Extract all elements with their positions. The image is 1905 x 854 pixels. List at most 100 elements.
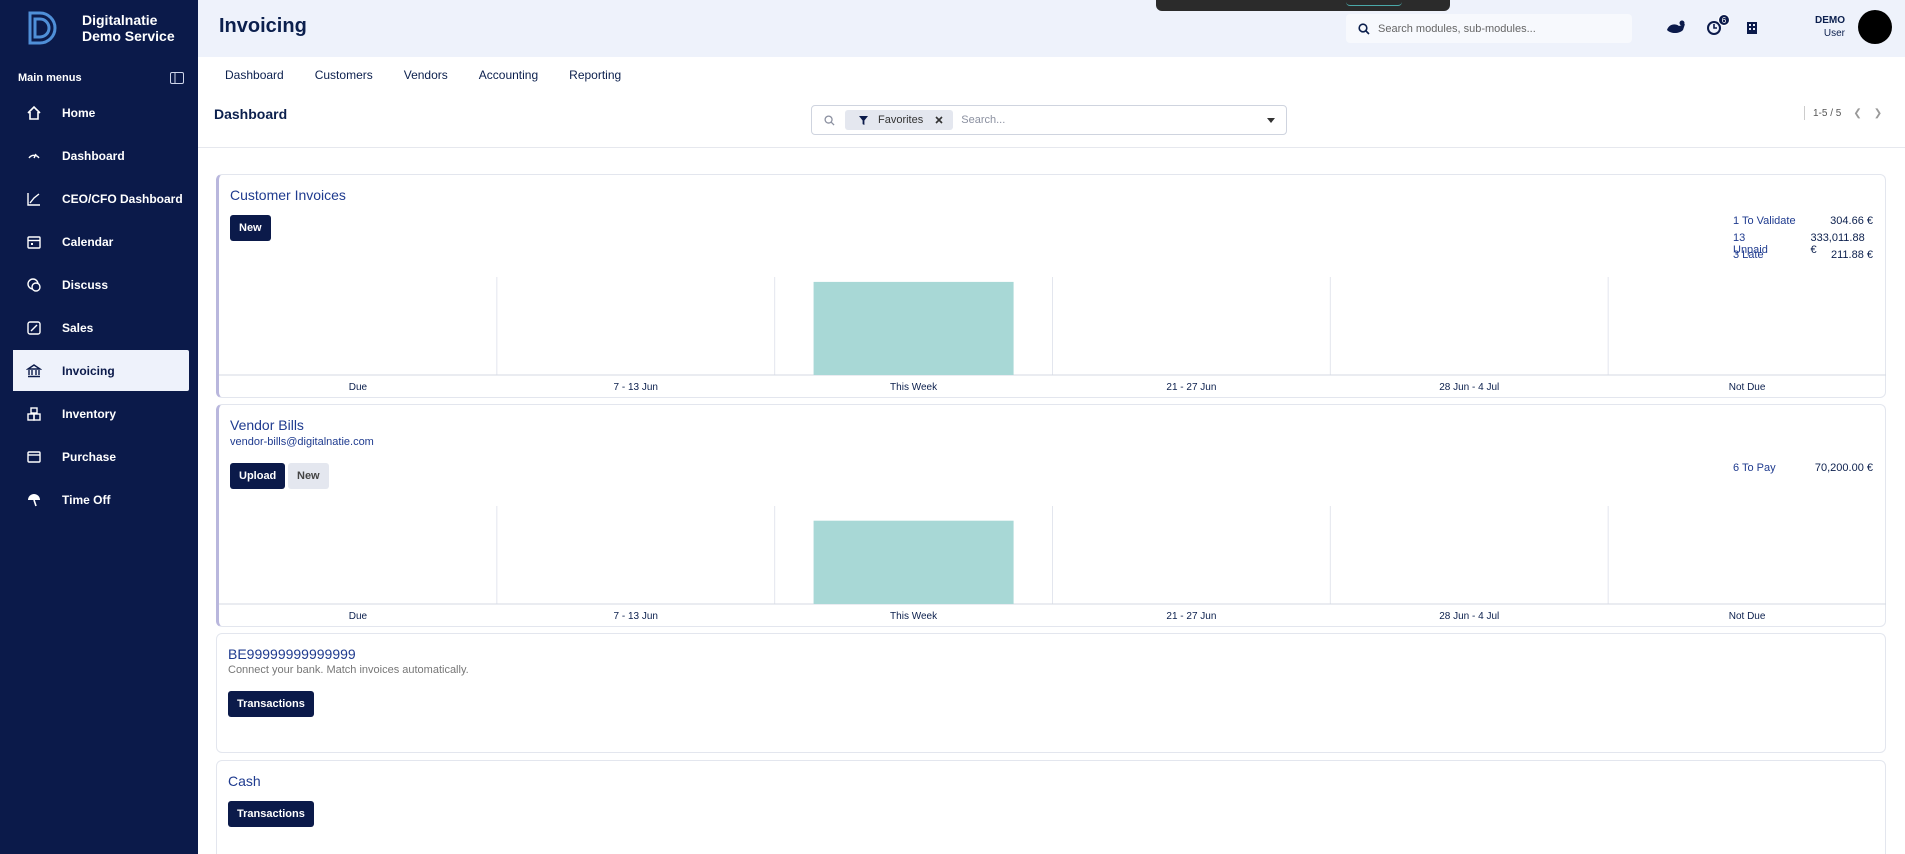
stat-row: 13 Unpaid 333,011.88 €: [1733, 232, 1873, 256]
new-invoice-button[interactable]: New: [230, 215, 271, 241]
chart-tick-label: 7 - 13 Jun: [614, 382, 658, 393]
chart-tick-label: Due: [349, 611, 368, 622]
stat-label[interactable]: 1 To Validate: [1733, 215, 1796, 232]
sidebar-item-purchase[interactable]: Purchase: [9, 436, 189, 477]
stat-label[interactable]: 6 To Pay: [1733, 462, 1776, 479]
subnav-dashboard[interactable]: Dashboard: [225, 68, 284, 82]
sidebar-item-calendar[interactable]: Calendar: [9, 221, 189, 262]
subnav-accounting[interactable]: Accounting: [479, 68, 538, 82]
upload-button[interactable]: Upload: [230, 463, 286, 489]
sidebar-item-label: Sales: [62, 320, 94, 335]
control-panel: Dashboard Favorites 1-5 / 5 ❮ ❯: [198, 95, 1905, 148]
bank-description: Connect your bank. Match invoices automa…: [228, 664, 469, 676]
sidebar-item-ceo-cfo-dashboard[interactable]: CEO/CFO Dashboard: [9, 178, 189, 219]
invoice-chart[interactable]: Due 7 - 13 Jun This Week 21 - 27 Jun 28 Jun …: [219, 277, 1886, 397]
notification-pill[interactable]: [1346, 2, 1402, 6]
bill-stats: 6 To Pay 70,200.00 €: [1733, 462, 1873, 479]
customer-invoices-card: Customer Invoices New 1 To Validate 304.6…: [216, 174, 1886, 398]
phone-icon[interactable]: [1664, 17, 1688, 39]
stat-row: 3 Late 211.88 €: [1733, 249, 1873, 266]
boxes-icon: [25, 405, 43, 423]
user-role: User: [1823, 28, 1845, 39]
sidebar-item-home[interactable]: Home: [9, 92, 189, 133]
topbar: Invoicing 6 DEMO User: [198, 0, 1905, 57]
sidebar-item-label: Dashboard: [62, 148, 125, 163]
chart-tick-label: 28 Jun - 4 Jul: [1439, 611, 1499, 622]
brand[interactable]: Digitalnatie Demo Service: [0, 0, 198, 56]
sidebar-item-inventory[interactable]: Inventory: [9, 393, 189, 434]
chat-icon: [25, 276, 43, 294]
bank-transactions-button[interactable]: Transactions: [228, 691, 314, 717]
pager-value[interactable]: 1-5 / 5: [1813, 108, 1841, 119]
facet-label: Favorites: [878, 114, 924, 126]
sidebar-item-label: Purchase: [62, 449, 117, 464]
card-title[interactable]: Cash: [228, 773, 261, 789]
subnav-customers[interactable]: Customers: [315, 68, 373, 82]
chart-tick-label: 21 - 27 Jun: [1166, 382, 1216, 393]
stat-row: 6 To Pay 70,200.00 €: [1733, 462, 1873, 479]
activity-icon[interactable]: 6: [1702, 14, 1730, 39]
chart-tick-label: Due: [349, 382, 368, 393]
invoice-chart-svg: Due 7 - 13 Jun This Week 21 - 27 Jun 28 Jun …: [219, 277, 1886, 393]
sidebar-item-label: Invoicing: [62, 363, 115, 378]
chart-tick-label: 21 - 27 Jun: [1166, 611, 1216, 622]
chart-bar[interactable]: [813, 520, 1014, 604]
module-search-input[interactable]: [1378, 22, 1618, 35]
vendor-bills-card: Vendor Bills vendor-bills@digitalnatie.c…: [216, 404, 1886, 627]
chevron-left-icon[interactable]: ❮: [1853, 108, 1861, 119]
home-icon: [25, 104, 43, 122]
stat-value: 304.66 €: [1830, 215, 1873, 227]
sidebar-collapse-icon[interactable]: [170, 72, 184, 84]
chevron-right-icon[interactable]: ❯: [1874, 108, 1882, 119]
sidebar-item-label: Inventory: [62, 406, 117, 421]
bill-chart[interactable]: Due 7 - 13 Jun This Week 21 - 27 Jun 28 Jun …: [219, 506, 1886, 626]
search-options-toggle[interactable]: [1256, 106, 1286, 134]
stat-label[interactable]: 13 Unpaid: [1733, 232, 1782, 256]
search-icon: [824, 114, 835, 126]
user-menu[interactable]: DEMO User: [1815, 14, 1845, 40]
sidebar-item-label: Calendar: [62, 234, 114, 249]
search-bar[interactable]: Favorites: [811, 105, 1287, 135]
brand-name: Digitalnatie Demo Service: [82, 12, 175, 44]
sidebar-item-label: Time Off: [62, 492, 111, 507]
sidebar-item-sales[interactable]: Sales: [9, 307, 189, 348]
subnav: Dashboard Customers Vendors Accounting R…: [198, 57, 652, 93]
card-icon: [25, 448, 43, 466]
vendor-bills-email[interactable]: vendor-bills@digitalnatie.com: [230, 436, 374, 448]
sidebar-item-invoicing[interactable]: Invoicing: [9, 350, 189, 391]
module-search[interactable]: [1346, 14, 1632, 43]
search-facet[interactable]: Favorites: [845, 110, 954, 130]
card-title[interactable]: Vendor Bills: [230, 417, 304, 433]
subnav-vendors[interactable]: Vendors: [404, 68, 448, 82]
search-input[interactable]: [961, 114, 1252, 126]
menu-heading: Main menus: [0, 70, 198, 86]
cash-card: Cash Transactions: [216, 760, 1886, 854]
activity-badge: 6: [1718, 14, 1730, 26]
sidebar-item-discuss[interactable]: Discuss: [9, 264, 189, 305]
subnav-reporting[interactable]: Reporting: [569, 68, 621, 82]
avatar[interactable]: [1858, 10, 1892, 44]
stat-label[interactable]: 3 Late: [1733, 249, 1764, 266]
sidebar-item-label: Discuss: [62, 277, 109, 292]
sidebar-item-dashboard[interactable]: Dashboard: [9, 135, 189, 176]
brand-logo-icon: [28, 11, 57, 45]
new-bill-button[interactable]: New: [288, 463, 329, 489]
bank-card: BE99999999999999 Connect your bank. Matc…: [216, 633, 1886, 753]
invoice-stats: 1 To Validate 304.66 € 13 Unpaid 333,011.8…: [1733, 215, 1873, 266]
search-icon: [1358, 22, 1370, 35]
chart-tick-label: This Week: [890, 382, 938, 393]
card-title[interactable]: BE99999999999999: [228, 646, 356, 662]
company-icon[interactable]: [1740, 17, 1764, 39]
sidebar-item-time-off[interactable]: Time Off: [9, 479, 189, 520]
cash-transactions-button[interactable]: Transactions: [228, 801, 314, 827]
card-title[interactable]: Customer Invoices: [230, 187, 346, 203]
umbrella-icon: [25, 491, 43, 509]
sidebar-item-label: CEO/CFO Dashboard: [62, 191, 183, 206]
chart-tick-label: 7 - 13 Jun: [614, 611, 658, 622]
stat-value: 333,011.88 €: [1810, 232, 1865, 256]
gauge-icon: [25, 147, 43, 165]
chart-bar[interactable]: [813, 281, 1014, 375]
close-icon[interactable]: [935, 116, 943, 124]
stat-value: 211.88 €: [1830, 249, 1873, 261]
percent-icon: [25, 319, 43, 337]
